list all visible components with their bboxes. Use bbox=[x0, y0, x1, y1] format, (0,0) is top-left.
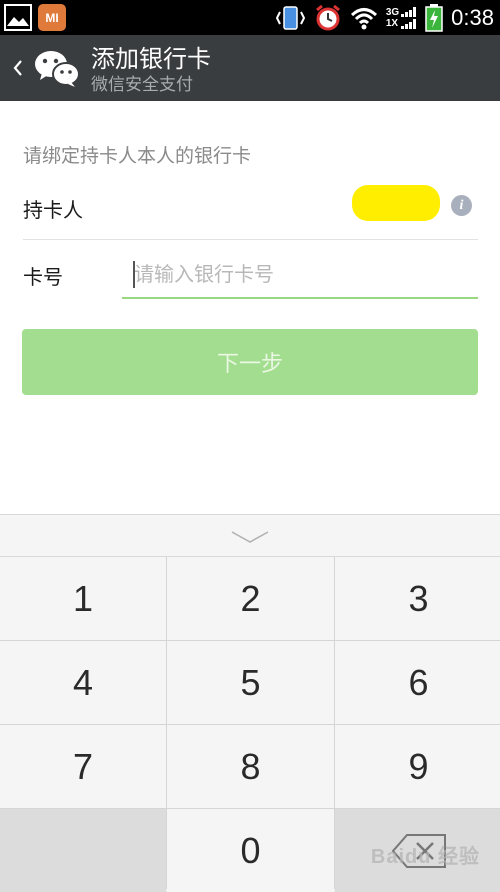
key-6[interactable]: 6 bbox=[335, 641, 500, 724]
form-hint: 请绑定持卡人本人的银行卡 bbox=[23, 145, 252, 167]
collapse-keyboard-icon[interactable] bbox=[230, 529, 270, 545]
clock: 0:38 bbox=[451, 4, 494, 30]
cardholder-name-redacted bbox=[352, 185, 440, 221]
key-0[interactable]: 0 bbox=[167, 809, 334, 892]
key-3[interactable]: 3 bbox=[335, 557, 500, 640]
vibrate-icon bbox=[275, 5, 305, 30]
card-number-label: 卡号 bbox=[23, 265, 63, 289]
signal-indicator: 3G 1X bbox=[386, 6, 417, 30]
baidu-watermark: Baidu 经验 bbox=[370, 846, 480, 868]
card-number-field[interactable] bbox=[122, 251, 478, 299]
battery-charging-icon bbox=[425, 3, 443, 32]
wechat-logo-icon bbox=[35, 51, 80, 87]
key-4[interactable]: 4 bbox=[0, 641, 166, 724]
wifi-icon bbox=[350, 7, 377, 29]
key-5[interactable]: 5 bbox=[167, 641, 334, 724]
mi-app-icon: MI bbox=[38, 4, 66, 31]
status-bar: MI 3G 1X 0:38 bbox=[0, 0, 500, 35]
card-number-input[interactable] bbox=[122, 251, 478, 297]
divider bbox=[23, 239, 478, 240]
bank-card-form: 请绑定持卡人本人的银行卡 持卡人 i 卡号 下一步 bbox=[0, 101, 500, 514]
network-type-3g: 3G bbox=[385, 6, 400, 18]
back-chevron-icon[interactable] bbox=[10, 55, 26, 81]
cardholder-label: 持卡人 bbox=[23, 198, 83, 222]
gallery-icon bbox=[4, 4, 32, 31]
text-cursor bbox=[133, 261, 135, 288]
key-2[interactable]: 2 bbox=[167, 557, 334, 640]
key-8[interactable]: 8 bbox=[167, 725, 334, 808]
alarm-icon bbox=[315, 4, 340, 31]
title-bar: 添加银行卡 微信安全支付 bbox=[0, 35, 500, 101]
key-blank bbox=[0, 809, 166, 892]
page-subtitle: 微信安全支付 bbox=[91, 75, 193, 95]
next-step-button[interactable]: 下一步 bbox=[22, 329, 478, 395]
keyboard-header bbox=[0, 514, 500, 557]
key-9[interactable]: 9 bbox=[335, 725, 500, 808]
network-type-1x: 1X bbox=[385, 17, 399, 29]
page-title: 添加银行卡 bbox=[91, 45, 211, 73]
key-7[interactable]: 7 bbox=[0, 725, 166, 808]
signal-icon bbox=[401, 6, 417, 29]
info-icon[interactable]: i bbox=[451, 195, 472, 216]
key-1[interactable]: 1 bbox=[0, 557, 166, 640]
